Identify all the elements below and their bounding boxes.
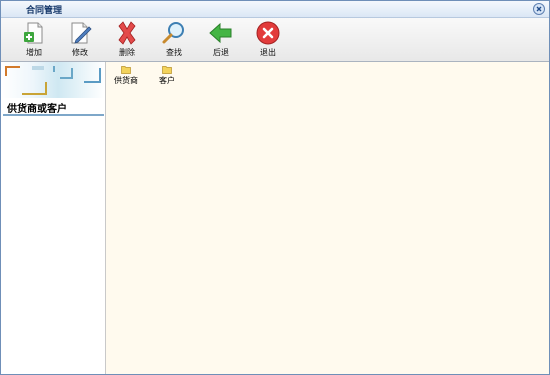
contract-management-window: 合同管理 增加 修改 删除 查找 后退 退出 供货商或客户 供货商 客户 (0, 0, 550, 375)
close-button[interactable] (533, 3, 545, 15)
green-back-arrow-icon (209, 22, 232, 44)
window-title: 合同管理 (26, 6, 63, 16)
back-button[interactable]: 后退 (201, 20, 241, 59)
delete-button-label: 删除 (119, 48, 135, 57)
add-button[interactable]: 增加 (14, 20, 54, 59)
decorative-banner-icon (5, 66, 101, 95)
folder-icon (162, 66, 172, 74)
edit-document-icon (71, 22, 92, 44)
toolbar: 增加 修改 删除 查找 后退 退出 (1, 18, 549, 62)
edit-button[interactable]: 修改 (60, 20, 100, 59)
red-exit-icon (256, 21, 280, 45)
edit-button-label: 修改 (72, 48, 88, 57)
delete-x-icon (118, 21, 136, 45)
sidebar-title: 供货商或客户 (7, 104, 67, 115)
add-document-icon (24, 22, 43, 44)
magnifier-icon (162, 22, 184, 44)
add-button-label: 增加 (26, 48, 42, 57)
folder-label: 供货商 (114, 76, 138, 85)
folder-item-customers[interactable]: 客户 (159, 65, 175, 86)
content-area: 供货商 客户 (106, 62, 549, 374)
title-bar: 合同管理 (1, 1, 549, 18)
delete-button[interactable]: 删除 (107, 20, 147, 59)
back-button-label: 后退 (213, 48, 229, 57)
sidebar-title-divider (3, 114, 104, 116)
sidebar: 供货商或客户 (1, 62, 106, 374)
folder-item-suppliers[interactable]: 供货商 (114, 65, 138, 86)
find-button-label: 查找 (166, 48, 182, 57)
close-icon (536, 6, 542, 12)
find-button[interactable]: 查找 (154, 20, 194, 59)
exit-button-label: 退出 (260, 48, 276, 57)
folder-label: 客户 (159, 76, 175, 85)
sidebar-banner-graphic (2, 62, 104, 98)
exit-button[interactable]: 退出 (248, 20, 288, 59)
folder-icon (121, 66, 131, 74)
